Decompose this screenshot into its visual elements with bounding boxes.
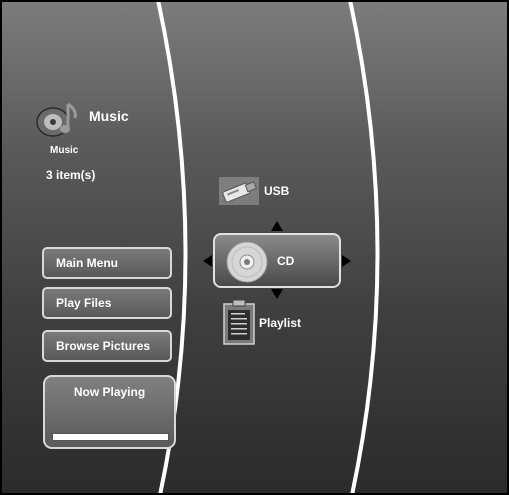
music-note-disc-icon [36,102,77,137]
source-usb-label: USB [264,184,290,198]
main-menu-button[interactable]: Main Menu [42,247,172,279]
cd-disc-icon [226,241,268,283]
now-playing-panel[interactable]: Now Playing [43,375,176,449]
left-arrow-icon[interactable] [203,255,212,267]
playlist-clipboard-icon [223,299,255,345]
right-arrow-icon[interactable] [342,255,351,267]
category-label: Music [50,145,79,156]
source-playlist-label: Playlist [259,316,302,330]
item-count: 3 item(s) [46,168,96,182]
source-cd-selected[interactable]: CD [213,233,341,288]
page-title: Music [89,108,129,124]
play-files-button[interactable]: Play Files [42,287,172,319]
now-playing-title: Now Playing [73,385,146,399]
browse-pictures-button[interactable]: Browse Pictures [42,330,172,362]
down-arrow-icon[interactable] [271,289,283,299]
up-arrow-icon[interactable] [271,221,283,231]
usb-drive-icon [219,177,259,205]
source-cd-label: CD [277,254,295,268]
media-browser-screen: Music Music 3 item(s) Main Menu Play Fil… [0,0,509,495]
now-playing-progress-bar [52,433,169,441]
